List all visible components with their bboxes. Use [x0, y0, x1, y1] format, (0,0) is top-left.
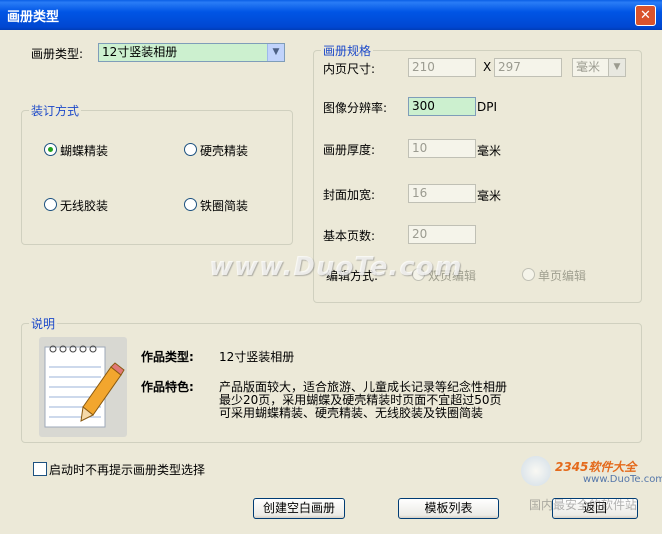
close-button[interactable]: ✕	[635, 5, 656, 26]
work-type-label: 作品类型:	[141, 350, 194, 364]
thickness-input[interactable]: 10	[408, 139, 476, 158]
startup-checkbox-label: 启动时不再提示画册类型选择	[49, 463, 206, 477]
window-title: 画册类型	[7, 10, 60, 25]
work-feature-label: 作品特色:	[141, 380, 194, 394]
binding-group: 装订方式 蝴蝶精装 硬壳精装 无线胶装 铁圈简装	[21, 102, 293, 245]
description-group-label: 说明	[29, 315, 58, 332]
mascot-logo	[521, 456, 551, 486]
chevron-down-icon[interactable]: ▼	[267, 44, 284, 61]
pages-label: 基本页数:	[323, 229, 376, 243]
inner-size-label: 内页尺寸:	[323, 62, 376, 76]
thickness-unit: 毫米	[477, 144, 502, 158]
resolution-unit: DPI	[477, 100, 498, 114]
corner-url-watermark: www.DuoTe.com	[583, 474, 662, 485]
radio-perfect-binding-label: 无线胶装	[60, 199, 109, 213]
radio-hardcover-label: 硬壳精装	[200, 144, 249, 158]
resolution-label: 图像分辨率:	[323, 101, 388, 115]
notepad-pencil-svg	[44, 345, 125, 428]
size-separator: X	[483, 60, 492, 74]
cover-input[interactable]: 16	[408, 184, 476, 203]
unit-select[interactable]: 毫米 ▼	[572, 58, 626, 77]
page-height-input[interactable]: 297	[494, 58, 562, 77]
radio-butterfly-circle[interactable]	[44, 143, 57, 156]
radio-coil-label: 铁圈简装	[200, 199, 249, 213]
template-list-button[interactable]: 模板列表	[398, 498, 499, 519]
chevron-down-icon[interactable]: ▼	[608, 59, 625, 76]
specs-group-label: 画册规格	[321, 42, 374, 59]
title-bar: 画册类型 ✕	[0, 0, 662, 30]
create-blank-album-button[interactable]: 创建空白画册	[253, 498, 345, 519]
work-type-value: 12寸竖装相册	[219, 350, 295, 364]
radio-butterfly-label: 蝴蝶精装	[60, 144, 109, 158]
thickness-label: 画册厚度:	[323, 143, 376, 157]
radio-single-page-label: 单页编辑	[538, 269, 587, 283]
close-icon: ✕	[640, 8, 651, 23]
album-type-label: 画册类型:	[31, 47, 84, 61]
pages-input[interactable]: 20	[408, 225, 476, 244]
startup-checkbox[interactable]	[33, 462, 47, 476]
radio-perfect-binding-circle[interactable]	[44, 198, 57, 211]
cover-unit: 毫米	[477, 189, 502, 203]
radio-hardcover-circle[interactable]	[184, 143, 197, 156]
album-type-value: 12寸竖装相册	[102, 45, 178, 59]
album-type-combo[interactable]: 12寸竖装相册 ▼	[98, 43, 285, 62]
corner-text-watermark: 国内最安全的软件站	[529, 498, 638, 512]
radio-single-page-circle[interactable]	[522, 268, 535, 281]
cover-label: 封面加宽:	[323, 188, 376, 202]
work-feature-line: 可采用蝴蝶精装、硬壳精装、无线胶装及铁圈简装	[219, 406, 484, 420]
description-group: 说明 作品类型: 12寸竖装相册 作品特色: 产品版面较大，适合旅游、儿童成长记…	[21, 315, 642, 443]
notepad-pencil-icon	[39, 337, 127, 437]
radio-selected-dot	[48, 147, 53, 152]
page-width-input[interactable]: 210	[408, 58, 476, 77]
dialog-client: 画册类型: 12寸竖装相册 ▼ 装订方式 蝴蝶精装 硬壳精装 无线胶装 铁圈简装…	[3, 30, 662, 531]
duote-watermark: www.DuoTe.com	[209, 252, 463, 282]
resolution-input[interactable]: 300	[408, 97, 476, 116]
radio-coil-circle[interactable]	[184, 198, 197, 211]
corner-brand-watermark: 2345软件大全	[555, 460, 637, 474]
unit-select-value: 毫米	[576, 60, 601, 74]
binding-group-label: 装订方式	[29, 102, 82, 119]
